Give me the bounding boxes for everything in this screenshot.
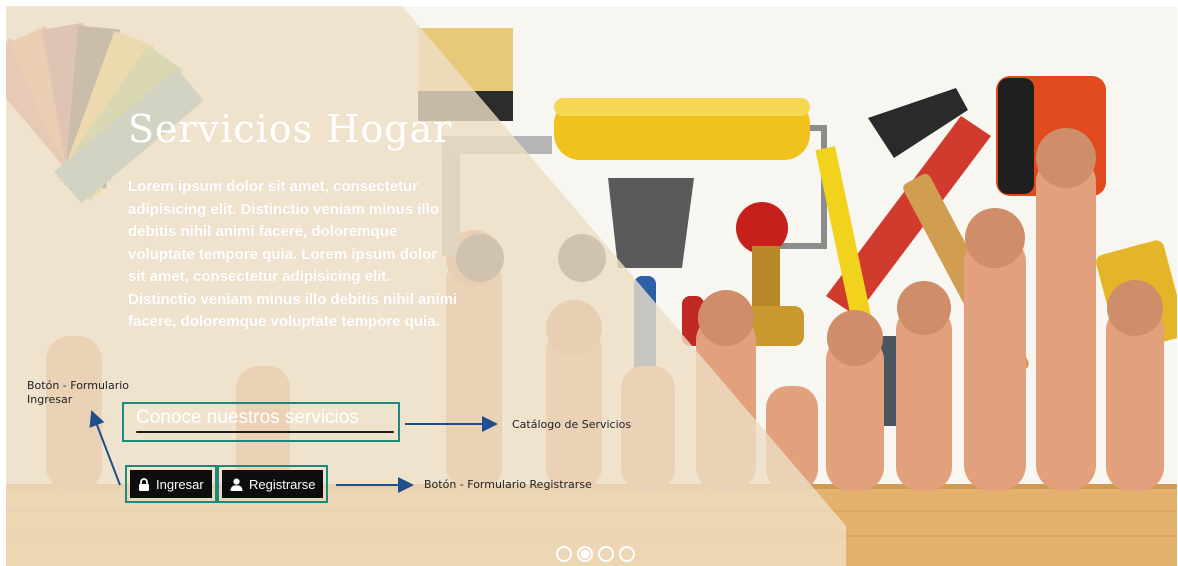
services-catalog-button[interactable]: Conoce nuestros servicios	[122, 402, 400, 442]
register-button[interactable]: Registrarse	[222, 470, 324, 498]
login-button-frame: Ingresar	[125, 465, 217, 503]
register-button-label: Registrarse	[249, 476, 316, 492]
cta-underline	[136, 431, 394, 433]
register-button-frame: Registrarse	[217, 465, 329, 503]
carousel-indicators	[556, 546, 635, 562]
login-button-label: Ingresar	[156, 476, 204, 492]
services-catalog-label: Conoce nuestros servicios	[136, 407, 359, 428]
hero-description: Lorem ipsum dolor sit amet, consectetur …	[128, 178, 458, 330]
login-form-annotation: Botón - Formulario Ingresar	[27, 379, 130, 406]
carousel-dot[interactable]	[598, 546, 614, 562]
carousel-dot[interactable]	[619, 546, 635, 562]
user-icon	[230, 478, 243, 491]
login-button[interactable]: Ingresar	[130, 470, 212, 498]
lock-icon	[138, 477, 150, 491]
hero-title: Servicios Hogar	[128, 107, 453, 151]
carousel-dot[interactable]	[556, 546, 572, 562]
register-form-annotation: Botón - Formulario Registrarse	[424, 478, 592, 491]
carousel-dot-active[interactable]	[577, 546, 593, 562]
catalog-annotation: Catálogo de Servicios	[512, 418, 632, 431]
